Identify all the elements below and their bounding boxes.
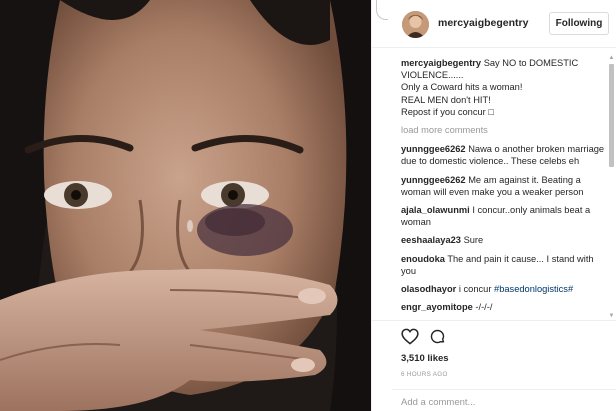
- comments-scrollbar[interactable]: ▲ ▼: [608, 55, 615, 320]
- post-timestamp[interactable]: 6 HOURS AGO: [401, 371, 448, 378]
- add-comment-section: [392, 389, 616, 411]
- comment-item: ajala_olawunmi I concur..only animals be…: [401, 204, 607, 228]
- caption-username[interactable]: mercyaigbegentry: [401, 58, 481, 68]
- comment-username[interactable]: ajala_olawunmi: [401, 205, 470, 215]
- comment-username[interactable]: enoudoka: [401, 254, 445, 264]
- heart-icon[interactable]: [401, 328, 419, 345]
- scroll-track[interactable]: [609, 64, 614, 311]
- post-author-username[interactable]: mercyaigbegentry: [438, 17, 528, 29]
- comment-text: i concur: [458, 284, 492, 295]
- post-caption: mercyaigbegentry Say NO to DOMESTIC VIOL…: [401, 57, 607, 118]
- comment-item: engr_ayomitope -/-/-/: [401, 301, 607, 313]
- comment-item: eeshaalaya23 Sure: [401, 234, 607, 246]
- comment-username[interactable]: yunnggee6262: [401, 175, 466, 185]
- post-actions: 3,510 likes 6 HOURS AGO: [372, 320, 616, 411]
- caption-line-4: Repost if you concur □: [401, 106, 494, 117]
- comment-text: -/-/-/: [475, 302, 493, 313]
- hashtag-link[interactable]: #basedonlogistics#: [494, 284, 573, 294]
- post-photo: [0, 0, 371, 411]
- comment-item: yunnggee6262 Nawa o another broken marri…: [401, 143, 607, 167]
- post-side-panel: mercyaigbegentry Following mercyaigbegen…: [371, 0, 616, 411]
- likes-count[interactable]: 3,510 likes: [401, 353, 449, 364]
- comment-text: Sure: [463, 235, 484, 246]
- following-button[interactable]: Following: [549, 12, 609, 35]
- scroll-thumb[interactable]: [609, 64, 614, 167]
- comment-bubble-icon[interactable]: [429, 328, 446, 345]
- comment-username[interactable]: olasodhayor: [401, 284, 456, 294]
- add-comment-input[interactable]: [401, 397, 601, 408]
- avatar[interactable]: [402, 11, 429, 38]
- load-more-comments-link[interactable]: load more comments: [401, 124, 607, 136]
- comment-item: yunnggee6262 Me am against it. Beating a…: [401, 174, 607, 198]
- comment-username[interactable]: engr_ayomitope: [401, 302, 473, 312]
- arrow-down-icon[interactable]: ▼: [608, 313, 615, 320]
- comments-list[interactable]: mercyaigbegentry Say NO to DOMESTIC VIOL…: [401, 57, 607, 319]
- comment-item: olasodhayor i concur #basedonlogistics#: [401, 283, 607, 295]
- post-photo-illustration: [0, 0, 371, 411]
- arrow-up-icon[interactable]: ▲: [608, 55, 615, 62]
- comment-item: enoudoka The and pain it cause... I stan…: [401, 253, 607, 277]
- comment-username[interactable]: yunnggee6262: [401, 144, 466, 154]
- caption-line-2: Only a Coward hits a woman!: [401, 82, 523, 93]
- comment-username[interactable]: eeshaalaya23: [401, 235, 461, 245]
- avatar-image: [402, 11, 429, 38]
- post-header: mercyaigbegentry Following: [372, 0, 616, 48]
- caption-line-3: REAL MEN don't HIT!: [401, 94, 491, 105]
